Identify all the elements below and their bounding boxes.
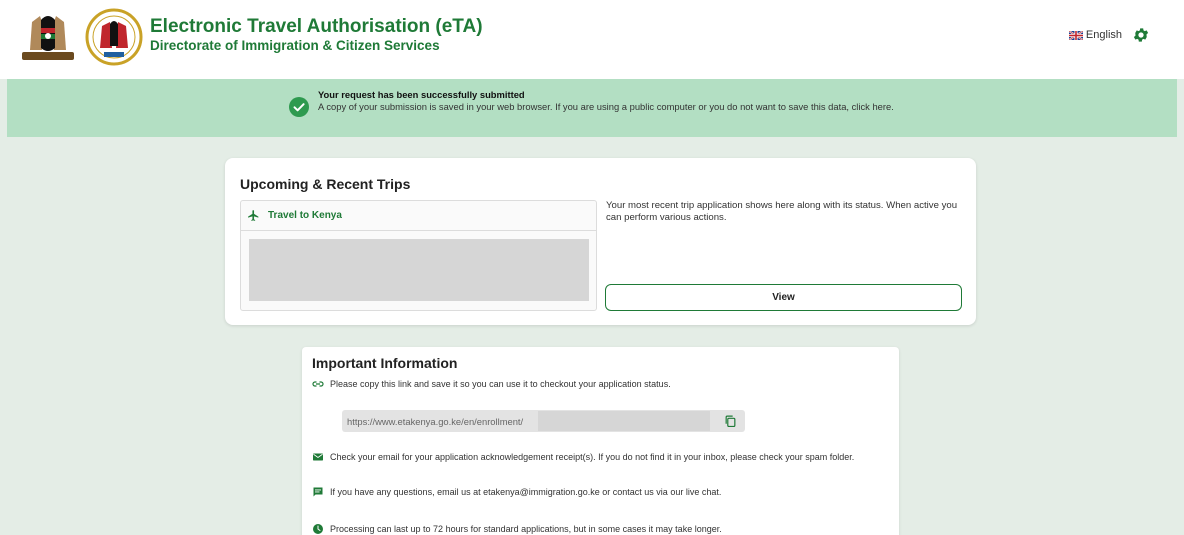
- trip-header: Travel to Kenya: [241, 201, 596, 231]
- trips-card: Upcoming & Recent Trips Travel to Kenya …: [225, 158, 976, 325]
- banner-body[interactable]: A copy of your submission is saved in yo…: [318, 101, 918, 113]
- header-controls: English: [1068, 26, 1150, 44]
- important-info-card: Important Information Please copy this l…: [302, 347, 899, 535]
- status-link-field[interactable]: https://www.etakenya.go.ke/en/enrollment…: [342, 410, 745, 432]
- contact-info: If you have any questions, email us at e…: [312, 486, 721, 498]
- banner-message: Your request has been successfully submi…: [318, 89, 918, 112]
- email-text: Check your email for your application ac…: [330, 452, 855, 462]
- gear-icon[interactable]: [1132, 26, 1150, 44]
- language-selector[interactable]: English: [1068, 29, 1122, 41]
- processing-text: Processing can last up to 72 hours for s…: [330, 524, 722, 534]
- check-circle-icon: [289, 97, 309, 117]
- status-link-redacted: [538, 411, 710, 431]
- processing-info: Processing can last up to 72 hours for s…: [312, 523, 722, 535]
- trip-label: Travel to Kenya: [268, 210, 342, 221]
- uk-flag-icon: [1068, 30, 1083, 40]
- airplane-icon: [248, 210, 259, 221]
- kenya-coat-of-arms-logo: [22, 16, 74, 60]
- clock-icon: [313, 524, 323, 534]
- link-icon: [312, 381, 324, 387]
- language-label: English: [1085, 29, 1122, 41]
- trip-details-placeholder: [249, 239, 589, 301]
- trip-item[interactable]: Travel to Kenya: [240, 200, 597, 311]
- trips-description: Your most recent trip application shows …: [606, 200, 958, 223]
- copy-link-info: Please copy this link and save it so you…: [312, 378, 671, 390]
- info-heading: Important Information: [312, 355, 458, 371]
- banner-title: Your request has been successfully submi…: [318, 89, 525, 100]
- header-title-block: Electronic Travel Authorisation (eTA) Di…: [150, 16, 483, 54]
- trips-heading: Upcoming & Recent Trips: [240, 176, 411, 192]
- site-title: Electronic Travel Authorisation (eTA): [150, 16, 483, 37]
- success-banner: Your request has been successfully submi…: [7, 79, 1177, 137]
- copy-icon[interactable]: [724, 414, 737, 428]
- view-button[interactable]: View: [605, 284, 962, 311]
- site-subtitle: Directorate of Immigration & Citizen Ser…: [150, 38, 440, 53]
- immigration-seal-logo: [85, 8, 143, 66]
- contact-text: If you have any questions, email us at e…: [330, 487, 722, 497]
- envelope-icon: [313, 453, 323, 461]
- status-link-url: https://www.etakenya.go.ke/en/enrollment…: [347, 416, 524, 427]
- site-header: Electronic Travel Authorisation (eTA) Di…: [0, 0, 1184, 79]
- email-info: Check your email for your application ac…: [312, 451, 854, 463]
- copy-link-text: Please copy this link and save it so you…: [330, 379, 671, 389]
- header-logos: [18, 8, 144, 66]
- chat-icon: [313, 487, 323, 497]
